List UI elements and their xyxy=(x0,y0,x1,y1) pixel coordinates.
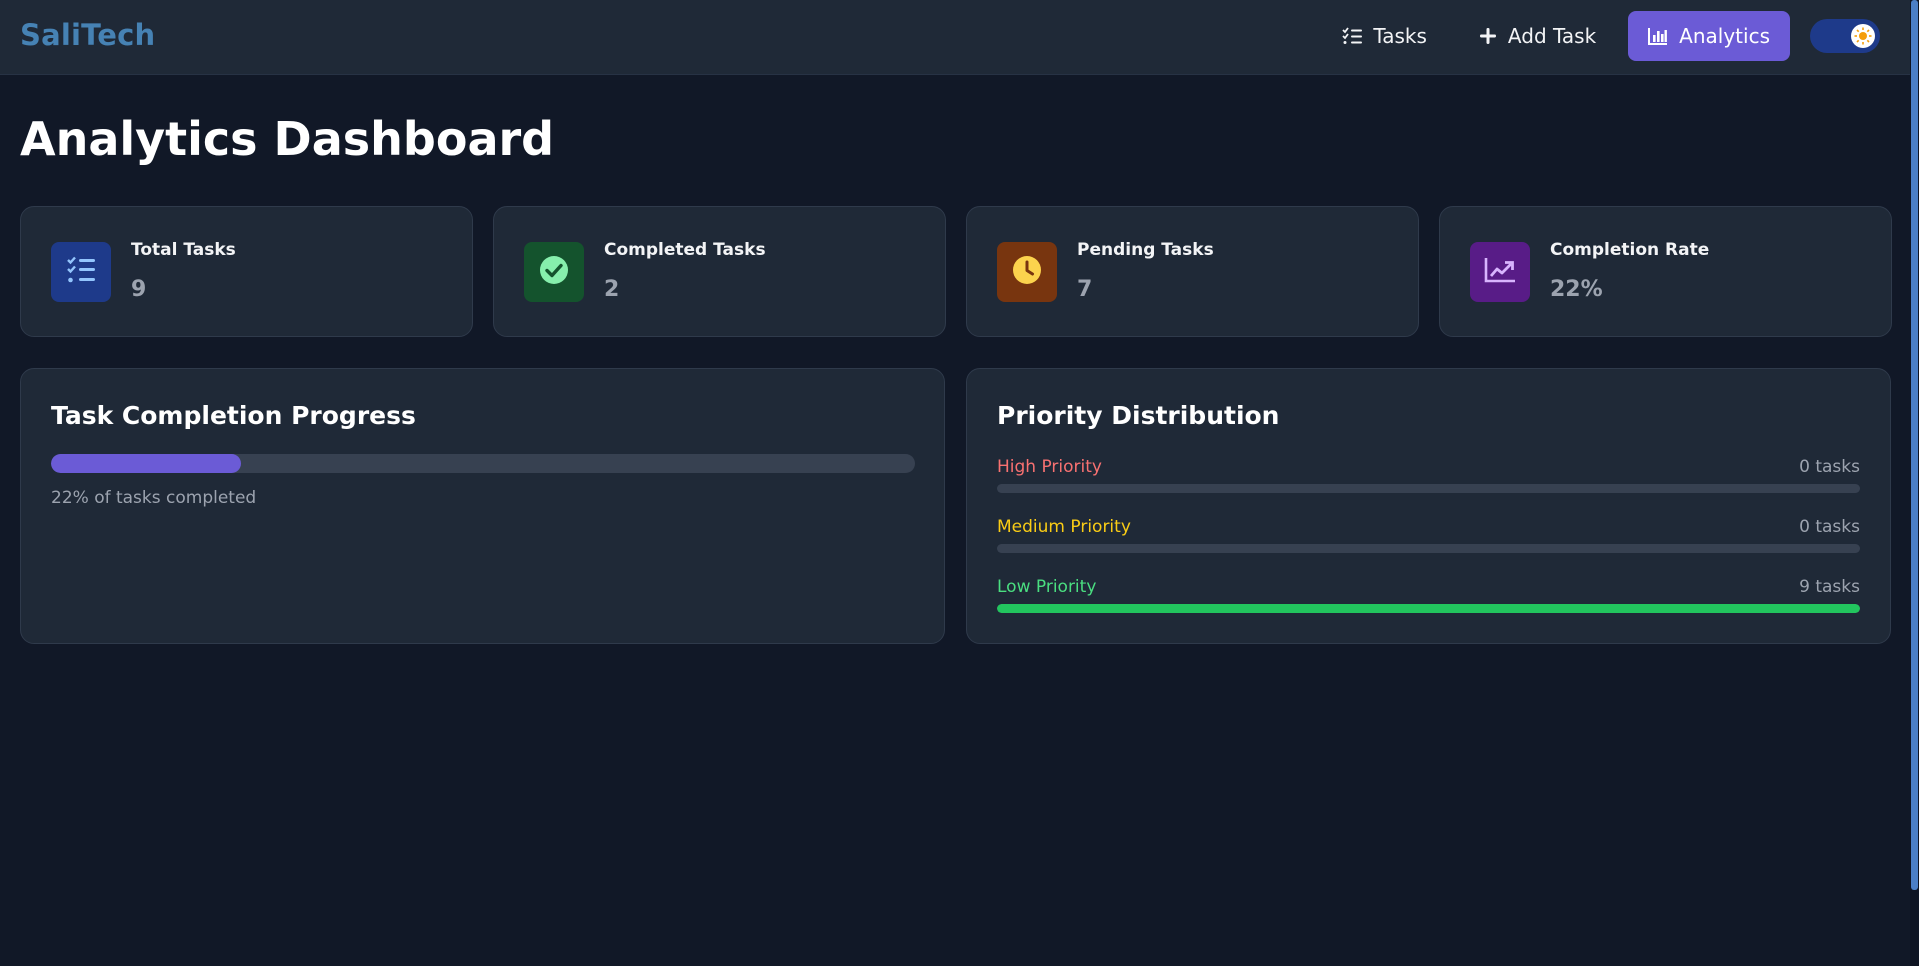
nav-tasks-label: Tasks xyxy=(1373,24,1427,48)
priority-bar xyxy=(997,604,1860,613)
priority-bar xyxy=(997,484,1860,493)
task-completion-panel: Task Completion Progress 22% of tasks co… xyxy=(20,368,945,644)
brand-logo[interactable]: SaliTech xyxy=(20,18,155,52)
page-title: Analytics Dashboard xyxy=(20,112,555,166)
priority-distribution-panel: Priority Distribution High Priority 0 ta… xyxy=(966,368,1891,644)
stat-label: Pending Tasks xyxy=(1077,240,1214,260)
scrollbar-thumb[interactable] xyxy=(1911,0,1918,890)
priority-bar xyxy=(997,544,1860,553)
stat-value: 2 xyxy=(604,277,620,302)
bar-chart-icon xyxy=(1648,27,1668,45)
priority-label: Medium Priority xyxy=(997,517,1131,537)
top-navbar: SaliTech Tasks Add Task Analytics xyxy=(0,0,1910,75)
nav-menu: Tasks Add Task Analytics xyxy=(1310,11,1910,61)
nav-add-task-button[interactable]: Add Task xyxy=(1459,11,1616,61)
trend-chart-icon xyxy=(1484,257,1516,287)
stat-value: 9 xyxy=(131,277,147,302)
priority-count: 9 tasks xyxy=(1799,577,1860,597)
priority-count: 0 tasks xyxy=(1799,457,1860,477)
stat-icon-box xyxy=(51,242,111,302)
stat-value: 7 xyxy=(1077,277,1093,302)
theme-toggle[interactable] xyxy=(1810,19,1880,53)
priority-bar-fill xyxy=(997,604,1860,613)
stat-icon-box xyxy=(1470,242,1530,302)
stat-card-total-tasks: Total Tasks 9 xyxy=(20,206,473,337)
stat-label: Total Tasks xyxy=(131,240,236,260)
priority-row-low: Low Priority 9 tasks xyxy=(997,577,1860,617)
plus-icon xyxy=(1479,27,1497,45)
list-check-icon xyxy=(66,256,96,288)
priority-row-high: High Priority 0 tasks xyxy=(997,457,1860,497)
stat-icon-box xyxy=(524,242,584,302)
completion-progress-bar xyxy=(51,454,915,473)
stat-label: Completion Rate xyxy=(1550,240,1710,260)
stat-label: Completed Tasks xyxy=(604,240,766,260)
sun-icon xyxy=(1851,24,1875,48)
panel-title: Priority Distribution xyxy=(997,401,1280,430)
panel-title: Task Completion Progress xyxy=(51,401,416,430)
priority-row-medium: Medium Priority 0 tasks xyxy=(997,517,1860,557)
stat-card-completion-rate: Completion Rate 22% xyxy=(1439,206,1892,337)
nav-add-task-label: Add Task xyxy=(1507,24,1597,48)
nav-analytics-button[interactable]: Analytics xyxy=(1628,11,1790,61)
stat-card-pending-tasks: Pending Tasks 7 xyxy=(966,206,1419,337)
nav-analytics-label: Analytics xyxy=(1679,24,1770,48)
page-scrollbar[interactable] xyxy=(1910,0,1919,966)
list-check-icon xyxy=(1342,27,1363,45)
stat-value: 22% xyxy=(1550,277,1603,302)
clock-icon xyxy=(1012,255,1042,289)
priority-label: High Priority xyxy=(997,457,1102,477)
priority-count: 0 tasks xyxy=(1799,517,1860,537)
completion-progress-fill xyxy=(51,454,242,473)
completion-caption: 22% of tasks completed xyxy=(51,488,257,508)
nav-tasks-button[interactable]: Tasks xyxy=(1322,11,1447,61)
stat-icon-box xyxy=(997,242,1057,302)
stat-card-completed-tasks: Completed Tasks 2 xyxy=(493,206,946,337)
check-circle-icon xyxy=(539,255,569,289)
priority-label: Low Priority xyxy=(997,577,1097,597)
